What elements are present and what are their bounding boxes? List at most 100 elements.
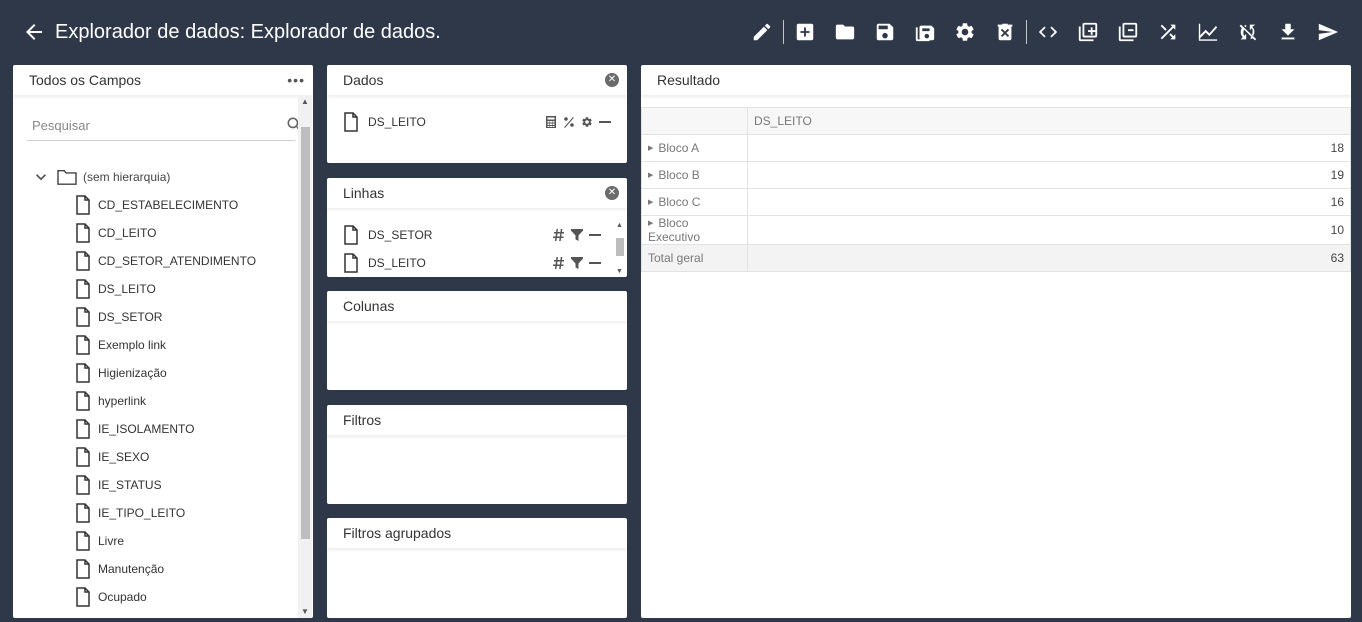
copy-add-icon[interactable] xyxy=(1068,18,1108,46)
search-input[interactable] xyxy=(27,111,267,139)
field-list-item[interactable]: IE_ISOLAMENTO xyxy=(75,415,194,443)
sync-disabled-icon[interactable] xyxy=(1228,18,1268,46)
pivot-column-header[interactable]: DS_LEITO xyxy=(747,107,1351,135)
total-value: 63 xyxy=(747,244,1351,272)
field-tree: (sem hierarquia) CD_ESTABELECIMENTO CD_LE… xyxy=(27,163,295,618)
columns-panel[interactable]: Colunas xyxy=(327,291,627,390)
settings-icon[interactable] xyxy=(945,18,985,46)
shuffle-icon[interactable] xyxy=(1148,18,1188,46)
tree-root-label: (sem hierarquia) xyxy=(83,170,171,184)
pivot-row-header[interactable]: ▶ Bloco C xyxy=(641,188,748,216)
total-label: Total geral xyxy=(641,244,748,272)
document-icon xyxy=(76,195,90,215)
field-label: Ocupado xyxy=(98,590,147,604)
chart-icon[interactable] xyxy=(1188,18,1228,46)
calculator-icon[interactable] xyxy=(545,116,557,128)
remove-icon[interactable] xyxy=(599,116,611,128)
document-icon xyxy=(76,475,90,495)
field-list-item[interactable]: DS_SETOR xyxy=(75,303,162,331)
grouped-filters-header: Filtros agrupados xyxy=(327,518,627,548)
pivot-header-row: DS_LEITO xyxy=(641,107,1351,135)
close-icon[interactable]: ✕ xyxy=(605,73,619,87)
folder-icon[interactable] xyxy=(825,18,865,46)
pivot-cell: 19 xyxy=(747,161,1351,189)
pivot-row-header[interactable]: ▶ Bloco A xyxy=(641,134,748,162)
percent-icon[interactable] xyxy=(563,116,575,128)
document-icon xyxy=(76,447,90,467)
filters-panel-title: Filtros xyxy=(343,412,382,428)
field-label: IE_ISOLAMENTO xyxy=(98,422,195,436)
caret-right-icon[interactable]: ▶ xyxy=(648,171,653,179)
field-list-item[interactable]: Ocupado xyxy=(75,583,147,611)
more-options-icon[interactable]: ••• xyxy=(287,73,305,87)
filters-panel[interactable]: Filtros xyxy=(327,405,627,504)
field-list-item[interactable]: IE_SEXO xyxy=(75,443,149,471)
caret-right-icon[interactable]: ▶ xyxy=(648,219,653,227)
field-label: CD_LEITO xyxy=(98,226,157,240)
toolbar-divider xyxy=(783,20,784,44)
back-arrow-icon[interactable] xyxy=(22,20,46,44)
delete-icon[interactable] xyxy=(985,18,1025,46)
caret-right-icon[interactable]: ▶ xyxy=(648,198,653,206)
field-list-item[interactable]: CD_ESTABELECIMENTO xyxy=(75,191,238,219)
document-icon xyxy=(76,503,90,523)
field-label: IE_TIPO_LEITO xyxy=(98,506,186,520)
table-row: ▶ Bloco A 18 xyxy=(641,134,1351,162)
pivot-row-header[interactable]: ▶ Bloco B xyxy=(641,161,748,189)
document-icon xyxy=(344,225,358,245)
grouped-filters-panel[interactable]: Filtros agrupados xyxy=(327,518,627,618)
field-label: DS_LEITO xyxy=(98,282,156,296)
field-label: DS_SETOR xyxy=(98,310,163,324)
scroll-up-icon[interactable]: ▲ xyxy=(301,97,309,106)
row-item-label: DS_SETOR xyxy=(368,228,433,242)
row-item[interactable]: DS_LEITO xyxy=(343,250,611,276)
field-list-item[interactable]: CD_LEITO xyxy=(75,219,156,247)
field-label: Manutenção xyxy=(98,562,165,576)
filter-icon[interactable] xyxy=(571,257,583,269)
hash-icon[interactable] xyxy=(553,257,565,269)
field-list-item[interactable]: IE_STATUS xyxy=(75,471,162,499)
field-list-item[interactable]: CD_SETOR_ATENDIMENTO xyxy=(75,247,256,275)
folder-outline-icon xyxy=(57,169,77,185)
pivot-total-row: Total geral 63 xyxy=(641,244,1351,272)
row-item-actions xyxy=(553,257,601,269)
scrollbar-thumb[interactable] xyxy=(616,238,624,256)
field-list-item[interactable]: IE_TIPO_LEITO xyxy=(75,499,185,527)
field-list-item[interactable]: Manutenção xyxy=(75,555,164,583)
field-list-item[interactable]: hyperlink xyxy=(75,387,146,415)
fields-scrollbar[interactable]: ▲ ▼ xyxy=(298,95,312,618)
edit-icon[interactable] xyxy=(742,18,782,46)
data-item-actions xyxy=(545,116,611,128)
scroll-up-icon[interactable]: ▲ xyxy=(616,222,623,229)
field-list-item[interactable]: DS_LEITO xyxy=(75,275,156,303)
save-icon[interactable] xyxy=(865,18,905,46)
gear-icon[interactable] xyxy=(581,116,593,128)
caret-right-icon[interactable]: ▶ xyxy=(648,144,653,152)
field-list-item[interactable]: Livre xyxy=(75,527,124,555)
hash-icon[interactable] xyxy=(553,229,565,241)
save-as-icon[interactable] xyxy=(905,18,945,46)
scrollbar-thumb[interactable] xyxy=(301,127,310,539)
chevron-down-icon[interactable] xyxy=(29,165,53,189)
row-label: Bloco A xyxy=(658,141,700,155)
field-list-item[interactable]: Exemplo link xyxy=(75,331,166,359)
code-icon[interactable] xyxy=(1028,18,1068,46)
row-item[interactable]: DS_SETOR xyxy=(343,222,611,248)
close-icon[interactable]: ✕ xyxy=(605,186,619,200)
remove-icon[interactable] xyxy=(589,257,601,269)
remove-icon[interactable] xyxy=(589,229,601,241)
rows-scrollbar[interactable]: ▲ ▼ xyxy=(615,222,625,275)
table-row: ▶ Bloco C 16 xyxy=(641,188,1351,216)
field-list-item[interactable]: Higienização xyxy=(75,359,167,387)
send-icon[interactable] xyxy=(1308,18,1348,46)
download-icon[interactable] xyxy=(1268,18,1308,46)
scroll-down-icon[interactable]: ▼ xyxy=(616,268,623,275)
data-item[interactable]: DS_LEITO xyxy=(343,109,611,135)
filter-icon[interactable] xyxy=(571,229,583,241)
pivot-cell: 10 xyxy=(747,215,1351,245)
pivot-row-header[interactable]: ▶ Bloco Executivo xyxy=(641,215,748,245)
tree-root-node[interactable]: (sem hierarquia) xyxy=(27,163,170,191)
copy-remove-icon[interactable] xyxy=(1108,18,1148,46)
add-box-icon[interactable] xyxy=(785,18,825,46)
scroll-down-icon[interactable]: ▼ xyxy=(301,607,309,616)
